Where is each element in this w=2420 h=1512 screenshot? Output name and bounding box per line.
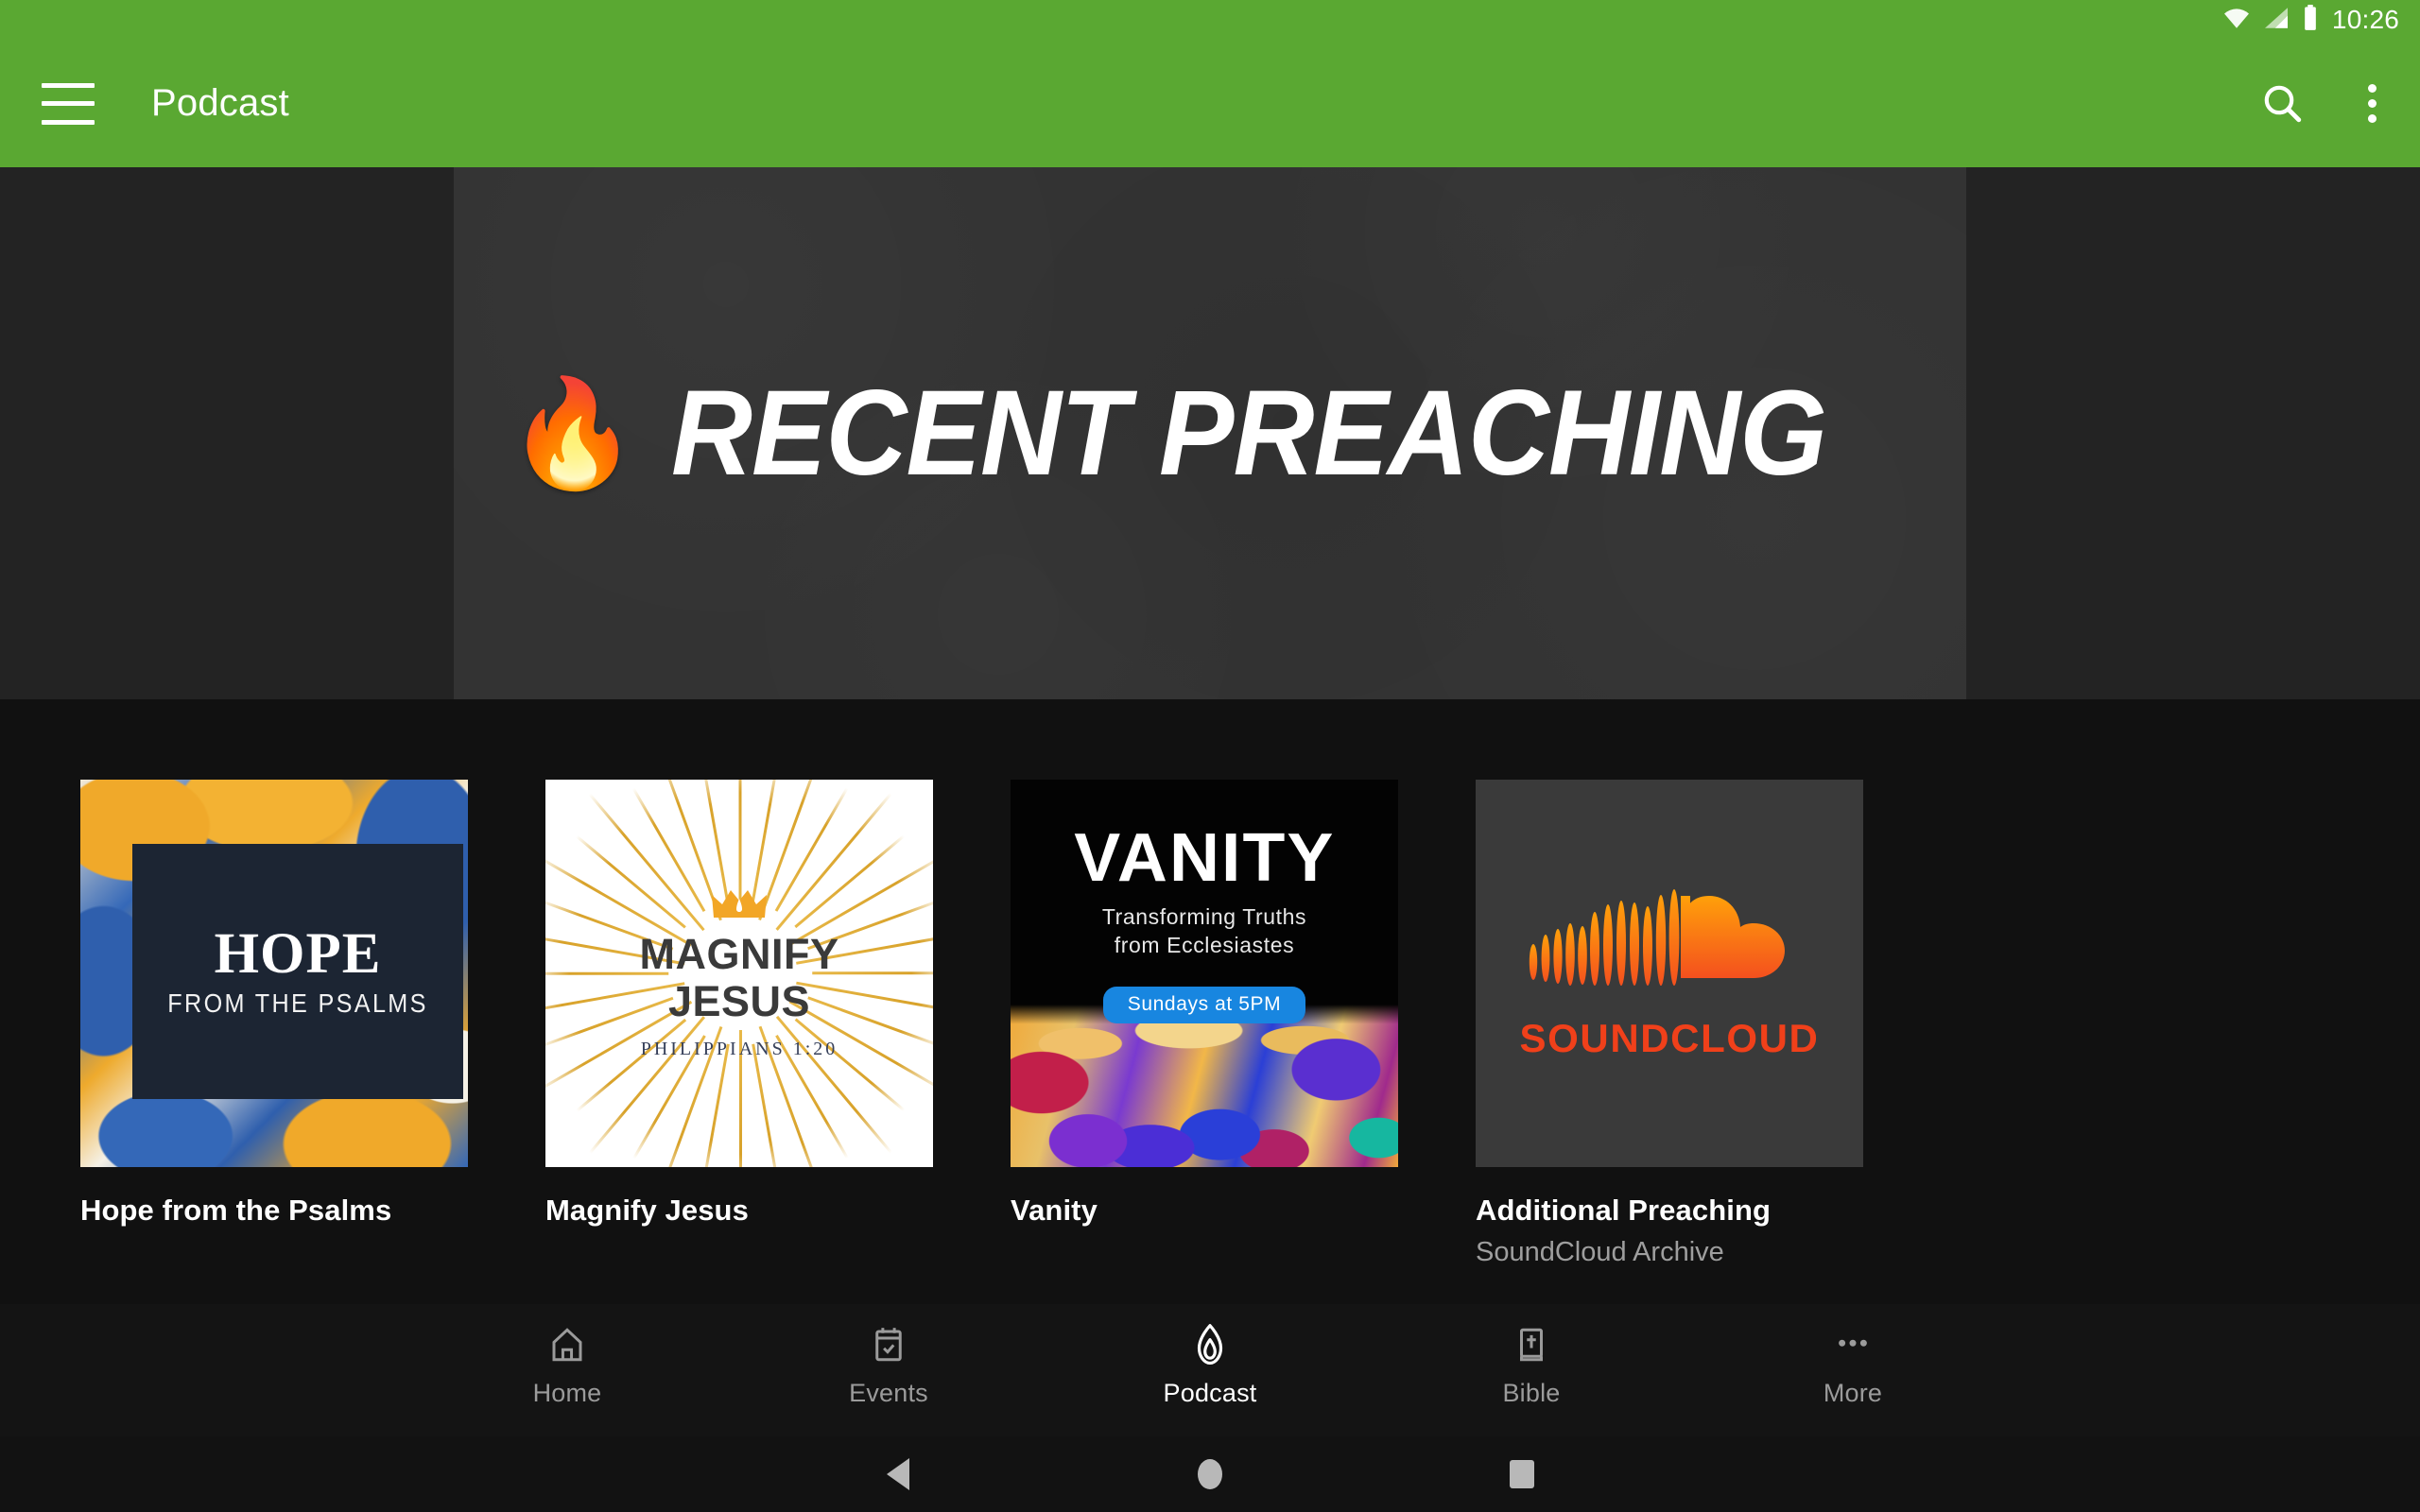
app-bar-actions: [2260, 81, 2420, 127]
kebab-dot: [2368, 99, 2377, 108]
system-home-button[interactable]: [1054, 1459, 1366, 1489]
tab-label: Podcast: [1163, 1379, 1257, 1407]
more-dots-icon: [1833, 1321, 1873, 1368]
hope-artwork-word: HOPE: [214, 921, 382, 986]
tab-label: Events: [849, 1379, 928, 1407]
overflow-menu-icon[interactable]: [2368, 84, 2377, 123]
flame-icon: 🔥: [507, 373, 639, 492]
magnify-jesus-artwork: MAGNIFY JESUS PHILIPPIANS 1:20: [545, 780, 933, 1167]
vanity-schedule-badge: Sundays at 5PM: [1102, 986, 1306, 1023]
card-title: Magnify Jesus: [545, 1194, 749, 1227]
magnify-artwork-line1: MAGNIFY: [639, 929, 839, 978]
tab-bible[interactable]: Bible: [1371, 1321, 1692, 1408]
soundcloud-logo-icon: [1528, 881, 1811, 999]
hope-artwork-subtitle: FROM THE PSALMS: [167, 988, 428, 1018]
kebab-dot: [2368, 84, 2377, 93]
search-icon[interactable]: [2260, 81, 2306, 127]
crown-icon: [710, 886, 769, 923]
tab-podcast[interactable]: Podcast: [1049, 1321, 1371, 1408]
card-title: Additional Preaching: [1476, 1194, 1772, 1227]
android-system-nav: [0, 1436, 2420, 1512]
kebab-dot: [2368, 114, 2377, 123]
podcast-card-vanity[interactable]: VANITY Transforming Truths from Ecclesia…: [1011, 780, 1398, 1304]
bible-book-icon: [1512, 1321, 1551, 1368]
vanity-artwork-content: VANITY Transforming Truths from Ecclesia…: [1011, 819, 1398, 1023]
hamburger-bar: [42, 101, 95, 106]
hero-content: 🔥 RECENT PREACHING: [507, 364, 1912, 503]
status-clock: 10:26: [2331, 5, 2399, 34]
card-title: Hope from the Psalms: [80, 1194, 392, 1227]
podcast-card-magnify-jesus[interactable]: MAGNIFY JESUS PHILIPPIANS 1:20 Magnify J…: [545, 780, 933, 1304]
magnify-artwork-line2: JESUS: [667, 977, 811, 1025]
podcast-card-additional-preaching[interactable]: SOUNDCLOUD Additional Preaching SoundClo…: [1476, 780, 1863, 1304]
recent-preaching-banner[interactable]: 🔥 RECENT PREACHING: [454, 167, 1966, 699]
paint-splash-decoration: [1011, 1005, 1398, 1167]
hero-banner-region: 🔥 RECENT PREACHING: [0, 167, 2420, 699]
soundcloud-artwork: SOUNDCLOUD: [1476, 780, 1863, 1167]
tab-label: Home: [532, 1379, 602, 1407]
page-title: Podcast: [151, 82, 289, 124]
card-title: Vanity: [1011, 1194, 1098, 1227]
bottom-tab-bar: Home Events Podcast Bible More: [0, 1304, 2420, 1436]
cellular-signal-icon: [2263, 7, 2290, 34]
vanity-subtitle-line2: from Ecclesiastes: [1114, 933, 1295, 958]
magnify-artwork-content: MAGNIFY JESUS PHILIPPIANS 1:20: [545, 780, 933, 1167]
flame-icon: [1189, 1321, 1231, 1368]
home-icon: [547, 1321, 587, 1368]
hamburger-bar: [42, 119, 95, 125]
podcast-card-row: HOPE FROM THE PSALMS Hope from the Psalm…: [0, 699, 2420, 1304]
tab-label: Bible: [1502, 1379, 1561, 1407]
vanity-artwork-subtitle: Transforming Truths from Ecclesiastes: [1102, 902, 1306, 960]
vanity-subtitle-line1: Transforming Truths: [1101, 904, 1307, 929]
hope-from-the-psalms-artwork: HOPE FROM THE PSALMS: [80, 780, 468, 1167]
tab-home[interactable]: Home: [406, 1321, 728, 1408]
calendar-check-icon: [869, 1321, 908, 1368]
app-bar: Podcast: [0, 40, 2420, 167]
status-bar: 10:26: [0, 0, 2420, 40]
circle-home-icon: [1198, 1459, 1222, 1489]
system-back-button[interactable]: [742, 1458, 1054, 1490]
podcast-card-hope-from-the-psalms[interactable]: HOPE FROM THE PSALMS Hope from the Psalm…: [80, 780, 468, 1304]
hamburger-bar: [42, 82, 95, 88]
hamburger-menu-icon[interactable]: [42, 82, 95, 125]
soundcloud-wordmark: SOUNDCLOUD: [1519, 1015, 1820, 1060]
system-recents-button[interactable]: [1366, 1460, 1678, 1488]
square-recents-icon: [1510, 1460, 1534, 1488]
status-icons: [2222, 4, 2319, 36]
tab-more[interactable]: More: [1692, 1321, 2014, 1408]
card-subtitle: SoundCloud Archive: [1476, 1237, 1724, 1267]
tab-events[interactable]: Events: [728, 1321, 1049, 1408]
hero-title: RECENT PREACHING: [670, 366, 1827, 501]
triangle-back-icon: [887, 1458, 909, 1490]
vanity-artwork-title: VANITY: [1073, 820, 1336, 896]
hope-artwork-plate: HOPE FROM THE PSALMS: [132, 844, 463, 1099]
wifi-icon: [2222, 7, 2251, 34]
battery-icon: [2302, 4, 2319, 36]
vanity-artwork: VANITY Transforming Truths from Ecclesia…: [1011, 780, 1398, 1167]
tab-label: More: [1823, 1379, 1883, 1407]
magnify-artwork-reference: PHILIPPIANS 1:20: [640, 1039, 838, 1060]
